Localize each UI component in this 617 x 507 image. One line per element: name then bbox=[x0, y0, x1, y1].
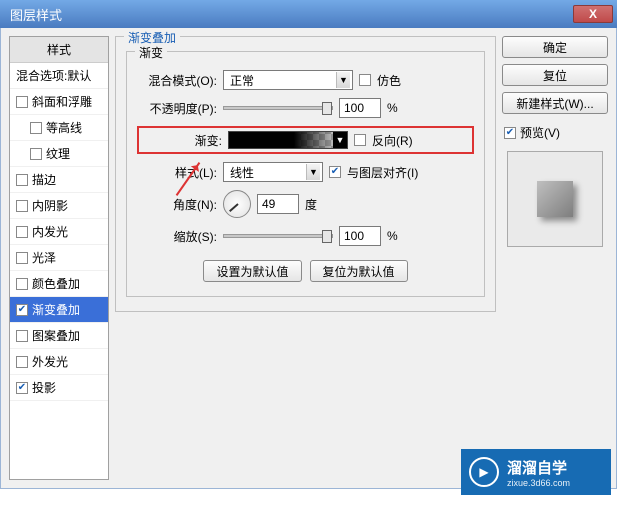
gradient-label: 渐变: bbox=[142, 132, 222, 149]
style-checkbox[interactable] bbox=[16, 252, 28, 264]
style-label: 样式(L): bbox=[137, 164, 217, 181]
defaults-row: 设置为默认值 复位为默认值 bbox=[137, 260, 474, 282]
dither-checkbox[interactable] bbox=[359, 74, 371, 86]
gradient-group: 渐变 混合模式(O): 正常 ▼ 仿色 不透明度(P): 100 % bbox=[126, 51, 485, 297]
inner-legend: 渐变 bbox=[135, 44, 167, 61]
style-item[interactable]: 颜色叠加 bbox=[10, 271, 108, 297]
style-item[interactable]: 纹理 bbox=[10, 141, 108, 167]
gradient-row-highlight: 渐变: ▼ 反向(R) bbox=[137, 126, 474, 154]
blend-options-default[interactable]: 混合选项:默认 bbox=[10, 63, 108, 89]
opacity-slider[interactable] bbox=[223, 106, 333, 110]
style-checkbox[interactable] bbox=[16, 382, 28, 394]
style-item-label: 颜色叠加 bbox=[32, 275, 80, 292]
window-body: 样式 混合选项:默认 斜面和浮雕等高线纹理描边内阴影内发光光泽颜色叠加渐变叠加图… bbox=[0, 28, 617, 489]
scale-slider[interactable] bbox=[223, 234, 333, 238]
blend-mode-value: 正常 bbox=[230, 72, 254, 89]
style-item[interactable]: 内阴影 bbox=[10, 193, 108, 219]
style-checkbox[interactable] bbox=[30, 148, 42, 160]
watermark-logo-icon: ▶ bbox=[469, 457, 499, 487]
angle-label: 角度(N): bbox=[137, 196, 217, 213]
style-item[interactable]: 外发光 bbox=[10, 349, 108, 375]
percent-label: % bbox=[387, 229, 398, 243]
close-icon: X bbox=[589, 7, 597, 21]
gradient-overlay-group: 渐变叠加 渐变 混合模式(O): 正常 ▼ 仿色 不透明度(P): 100 bbox=[115, 36, 496, 312]
styles-header: 样式 bbox=[10, 37, 108, 63]
style-checkbox[interactable] bbox=[30, 122, 42, 134]
preview-thumbnail bbox=[507, 151, 603, 247]
style-checkbox[interactable] bbox=[16, 226, 28, 238]
reset-default-button[interactable]: 复位为默认值 bbox=[310, 260, 408, 282]
style-checkbox[interactable] bbox=[16, 200, 28, 212]
style-checkbox[interactable] bbox=[16, 174, 28, 186]
window-title: 图层样式 bbox=[10, 5, 62, 24]
reverse-checkbox[interactable] bbox=[354, 134, 366, 146]
style-item[interactable]: 光泽 bbox=[10, 245, 108, 271]
style-item-label: 光泽 bbox=[32, 249, 56, 266]
style-item-label: 内阴影 bbox=[32, 197, 68, 214]
style-item-label: 图案叠加 bbox=[32, 327, 80, 344]
scale-input[interactable]: 100 bbox=[339, 226, 381, 246]
align-label: 与图层对齐(I) bbox=[347, 164, 418, 181]
blend-mode-label: 混合模式(O): bbox=[137, 72, 217, 89]
opacity-input[interactable]: 100 bbox=[339, 98, 381, 118]
style-checkbox[interactable] bbox=[16, 96, 28, 108]
style-item-label: 投影 bbox=[32, 379, 56, 396]
styles-list: 样式 混合选项:默认 斜面和浮雕等高线纹理描边内阴影内发光光泽颜色叠加渐变叠加图… bbox=[9, 36, 109, 480]
angle-row: 角度(N): 49 度 bbox=[137, 190, 474, 218]
reverse-label: 反向(R) bbox=[372, 132, 413, 149]
style-item[interactable]: 投影 bbox=[10, 375, 108, 401]
preview-row: 预览(V) bbox=[504, 124, 608, 141]
style-item-label: 纹理 bbox=[46, 145, 70, 162]
new-style-button[interactable]: 新建样式(W)... bbox=[502, 92, 608, 114]
titlebar: 图层样式 X bbox=[0, 0, 617, 28]
style-item-label: 外发光 bbox=[32, 353, 68, 370]
style-item-label: 渐变叠加 bbox=[32, 301, 80, 318]
style-item[interactable]: 斜面和浮雕 bbox=[10, 89, 108, 115]
style-item[interactable]: 等高线 bbox=[10, 115, 108, 141]
style-checkbox[interactable] bbox=[16, 356, 28, 368]
preview-label: 预览(V) bbox=[520, 124, 560, 141]
style-item[interactable]: 图案叠加 bbox=[10, 323, 108, 349]
right-panel: 确定 复位 新建样式(W)... 预览(V) bbox=[502, 36, 608, 480]
reset-button[interactable]: 复位 bbox=[502, 64, 608, 86]
preview-swatch bbox=[537, 181, 573, 217]
scale-row: 缩放(S): 100 % bbox=[137, 226, 474, 246]
opacity-label: 不透明度(P): bbox=[137, 100, 217, 117]
chevron-down-icon: ▼ bbox=[333, 132, 347, 148]
chevron-down-icon: ▼ bbox=[306, 164, 320, 180]
style-item-label: 描边 bbox=[32, 171, 56, 188]
angle-dial[interactable] bbox=[223, 190, 251, 218]
opacity-row: 不透明度(P): 100 % bbox=[137, 98, 474, 118]
settings-panel: 渐变叠加 渐变 混合模式(O): 正常 ▼ 仿色 不透明度(P): 100 bbox=[115, 36, 496, 480]
style-item[interactable]: 描边 bbox=[10, 167, 108, 193]
dither-label: 仿色 bbox=[377, 72, 401, 89]
watermark-site: zixue.3d66.com bbox=[507, 478, 570, 488]
set-default-button[interactable]: 设置为默认值 bbox=[203, 260, 301, 282]
style-value: 线性 bbox=[230, 164, 254, 181]
align-checkbox[interactable] bbox=[329, 166, 341, 178]
angle-unit: 度 bbox=[305, 196, 317, 213]
style-checkbox[interactable] bbox=[16, 278, 28, 290]
blend-mode-select[interactable]: 正常 ▼ bbox=[223, 70, 353, 90]
chevron-down-icon: ▼ bbox=[336, 72, 350, 88]
style-item-label: 斜面和浮雕 bbox=[32, 93, 92, 110]
style-item-label: 内发光 bbox=[32, 223, 68, 240]
style-item[interactable]: 渐变叠加 bbox=[10, 297, 108, 323]
scale-label: 缩放(S): bbox=[137, 228, 217, 245]
ok-button[interactable]: 确定 bbox=[502, 36, 608, 58]
watermark-brand: 溜溜自学 bbox=[507, 457, 570, 478]
style-item[interactable]: 内发光 bbox=[10, 219, 108, 245]
style-select[interactable]: 线性 ▼ bbox=[223, 162, 323, 182]
angle-input[interactable]: 49 bbox=[257, 194, 299, 214]
close-button[interactable]: X bbox=[573, 5, 613, 23]
watermark: ▶ 溜溜自学 zixue.3d66.com bbox=[461, 449, 611, 495]
percent-label: % bbox=[387, 101, 398, 115]
style-checkbox[interactable] bbox=[16, 304, 28, 316]
gradient-picker[interactable]: ▼ bbox=[228, 131, 348, 149]
preview-checkbox[interactable] bbox=[504, 127, 516, 139]
style-item-label: 等高线 bbox=[46, 119, 82, 136]
blend-mode-row: 混合模式(O): 正常 ▼ 仿色 bbox=[137, 70, 474, 90]
style-checkbox[interactable] bbox=[16, 330, 28, 342]
